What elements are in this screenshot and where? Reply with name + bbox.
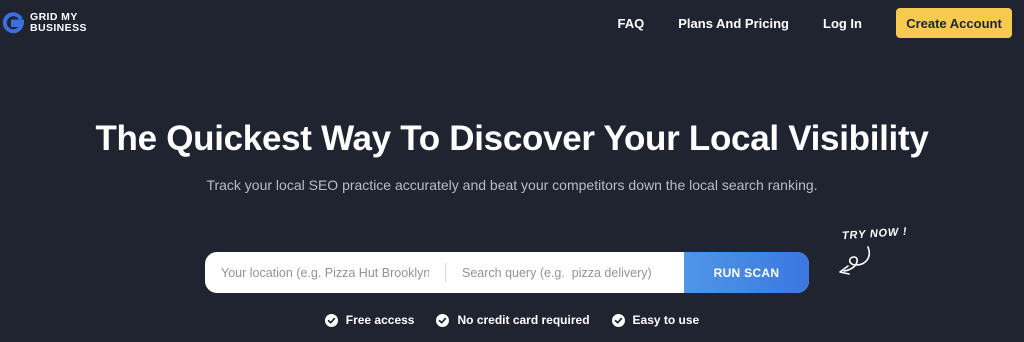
check-circle-icon	[324, 313, 338, 327]
feature-item: No credit card required	[436, 313, 590, 327]
location-input[interactable]	[205, 252, 445, 293]
brand-logo[interactable]: GRID MY BUSINESS	[2, 11, 87, 35]
brand-name-line2: BUSINESS	[30, 22, 87, 34]
hero-title: The Quickest Way To Discover Your Local …	[95, 119, 929, 158]
feature-label: Free access	[345, 313, 415, 327]
top-nav: FAQ Plans And Pricing Log In Create Acco…	[618, 0, 1024, 46]
curved-arrow-icon	[839, 246, 871, 275]
hero-subtitle: Track your local SEO practice accurately…	[206, 177, 818, 193]
feature-label: No credit card required	[457, 313, 590, 327]
grid-my-business-logo-icon	[2, 12, 24, 34]
feature-list: Free access No credit card required Easy…	[0, 313, 1024, 327]
nav-login-link[interactable]: Log In	[823, 16, 862, 31]
feature-item: Easy to use	[611, 313, 700, 327]
search-query-input[interactable]	[446, 252, 684, 293]
create-account-button[interactable]: Create Account	[896, 8, 1012, 38]
feature-item: Free access	[324, 313, 415, 327]
nav-faq-link[interactable]: FAQ	[618, 16, 645, 31]
feature-label: Easy to use	[632, 313, 700, 327]
check-circle-icon	[436, 313, 450, 327]
landing-page: GRID MY BUSINESS FAQ Plans And Pricing L…	[0, 0, 1024, 342]
check-circle-icon	[611, 313, 625, 327]
nav-pricing-link[interactable]: Plans And Pricing	[678, 16, 789, 31]
run-scan-button[interactable]: RUN SCAN	[684, 252, 809, 293]
brand-name: GRID MY BUSINESS	[30, 11, 87, 35]
scan-search-bar: RUN SCAN	[205, 252, 809, 293]
try-now-label: TRY NOW !	[841, 225, 908, 243]
